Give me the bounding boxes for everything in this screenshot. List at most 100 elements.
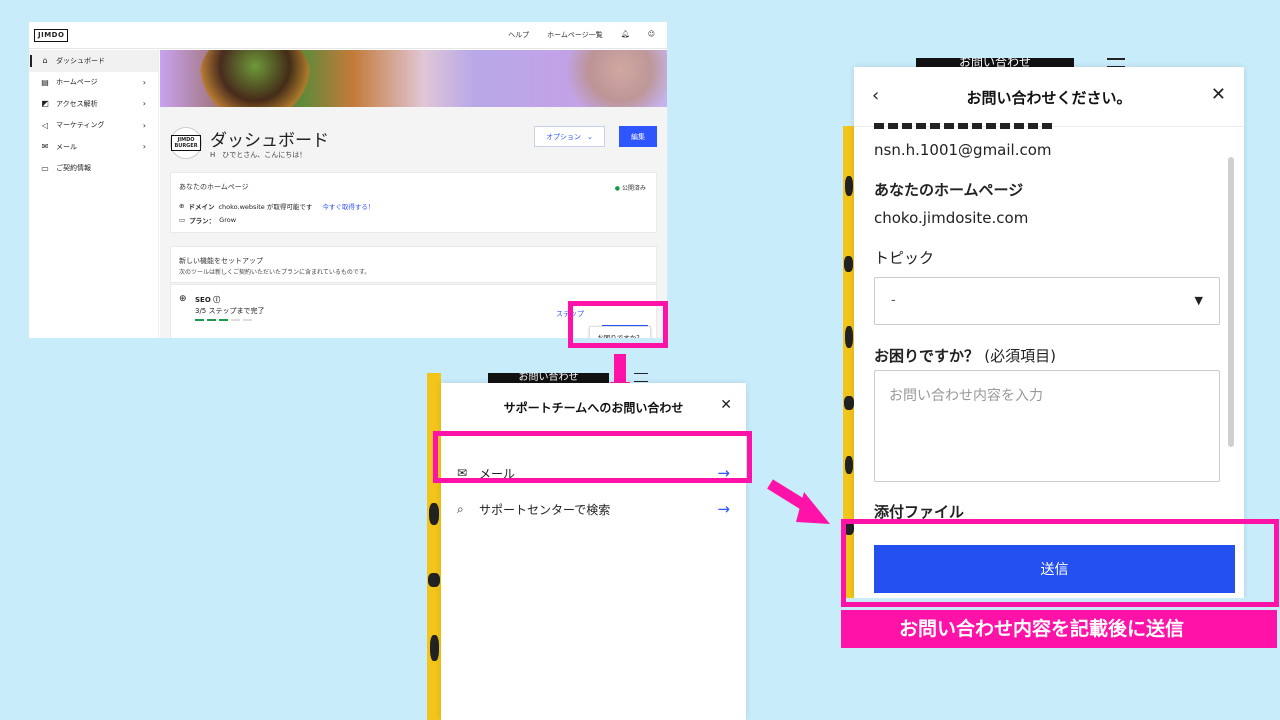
setup-card: 新しい機能をセットアップ 次のツールは新しくご契約いただいたプランに含まれている… — [170, 246, 657, 283]
question-label: お困りですか？ (必須項目) — [874, 345, 1056, 366]
highlight-send-button — [841, 519, 1279, 607]
hero-image — [160, 50, 667, 107]
info-icon[interactable]: ⓘ — [213, 296, 220, 304]
scrollbar[interactable] — [1228, 157, 1234, 447]
caret-down-icon: ▼ — [1194, 294, 1203, 307]
plan-value: Grow — [219, 216, 237, 224]
progress-step — [231, 319, 240, 321]
contact-top-bar: お問い合わせ — [916, 58, 1074, 67]
message-textarea[interactable]: お問い合わせ内容を入力 — [874, 370, 1220, 482]
chevron-right-icon: › — [142, 77, 146, 87]
highlight-help-popup — [568, 301, 668, 348]
sidebar-item-contract[interactable]: ▭ ご契約情報 — [29, 158, 158, 180]
support-title: サポートチームへのお問い合わせ — [503, 401, 684, 415]
nav-help[interactable]: ヘルプ — [508, 30, 529, 40]
seo-steps: 3/5 ステップまで完了 — [195, 307, 265, 315]
top-bar: JIMDO ヘルプ ホームページ一覧 🔔︎ ☺ — [29, 22, 667, 49]
chevron-right-icon: › — [142, 142, 146, 152]
dialog-header: ‹ お問い合わせください。 ✕ — [854, 67, 1244, 127]
layout-icon: ▤ — [41, 77, 49, 87]
search-support-option[interactable]: ⌕ サポートセンターで検索 → — [457, 491, 730, 527]
jimdo-logo[interactable]: JIMDO — [34, 29, 69, 42]
sidebar-item-marketing[interactable]: ◁ マーケティング › — [29, 115, 158, 137]
chevron-right-icon: › — [142, 99, 146, 109]
plan-row: ▭ プラン： Grow — [179, 215, 236, 225]
homepage-label: あなたのホームページ — [874, 181, 1024, 199]
topic-label: トピック — [874, 249, 935, 267]
options-label: オプション — [546, 132, 582, 141]
edit-button[interactable]: 編集 — [619, 126, 657, 147]
dashboard-main: JIMDO BURGER ダッシュボード H ひでとさん、こんにちは！ オプショ… — [160, 50, 667, 338]
setup-card-subtitle: 次のツールは新しくご契約いただいたプランに含まれているものです。 — [179, 269, 371, 276]
required-note: (必須項目) — [984, 347, 1056, 365]
top-nav: ヘルプ ホームページ一覧 🔔︎ ☺ — [508, 30, 655, 40]
globe-icon: ⊕ — [179, 202, 185, 210]
support-panel: お問い合わせ サポートチームへのお問い合わせ ✕ ✉ メール → ⌕ サポートセ… — [427, 373, 759, 720]
sidebar-item-label: メール — [56, 142, 77, 151]
progress-step — [195, 319, 204, 321]
sidebar-item-mail[interactable]: ✉ メール › — [29, 136, 158, 158]
chevron-right-icon: › — [142, 120, 146, 130]
sidebar-item-dashboard[interactable]: ⌂ ダッシュボード — [29, 50, 158, 72]
search-option-label: サポートセンターで検索 — [479, 502, 611, 517]
close-icon[interactable]: ✕ — [720, 397, 732, 413]
caption-banner: お問い合わせ内容を記載後に送信 — [841, 610, 1277, 648]
seo-title-row: SEO ⓘ — [195, 295, 220, 305]
highlight-mail-option — [433, 431, 752, 483]
title-row: JIMDO BURGER ダッシュボード H ひでとさん、こんにちは！ オプショ… — [170, 124, 657, 164]
dashboard-screenshot: JIMDO ヘルプ ホームページ一覧 🔔︎ ☺ ⌂ ダッシュボード ▤ ホームペ… — [29, 22, 667, 338]
greeting: H ひでとさん、こんにちは！ — [210, 151, 307, 159]
sidebar: ⌂ ダッシュボード ▤ ホームページ › ◩ アクセス解析 › ◁ マーケティン… — [29, 50, 159, 338]
topic-select[interactable]: - ▼ — [874, 277, 1220, 325]
sidebar-item-label: マーケティング — [56, 121, 105, 130]
seo-progress — [195, 319, 252, 321]
plan-label: プラン： — [189, 217, 216, 225]
megaphone-icon: ◁ — [41, 120, 49, 130]
search-icon: ⌕ — [457, 501, 464, 516]
hamburger-icon[interactable] — [634, 373, 648, 382]
close-icon[interactable]: ✕ — [1211, 84, 1226, 105]
topic-selected-value: - — [891, 293, 896, 308]
progress-step — [207, 319, 216, 321]
arrow-right-icon: → — [717, 500, 730, 518]
chevron-down-icon: ⌄ — [587, 132, 593, 141]
avatar-logo-text: JIMDO BURGER — [171, 135, 201, 151]
sidebar-item-homepage[interactable]: ▤ ホームページ › — [29, 72, 158, 94]
setup-card-title: 新しい機能をセットアップ — [179, 257, 263, 265]
email-value: nsn.h.1001@gmail.com — [874, 141, 1052, 159]
contact-top-bar: お問い合わせ — [488, 373, 609, 383]
seo-title: SEO — [195, 296, 211, 304]
domain-label: ドメイン — [188, 203, 215, 211]
contact-form-panel: お問い合わせ ‹ お問い合わせください。 ✕ nsn.h.1001@gmail.… — [843, 58, 1258, 598]
options-button[interactable]: オプション ⌄ — [534, 126, 605, 147]
globe-icon: ⊕ — [179, 294, 187, 304]
arrow-diagonal-icon — [767, 479, 830, 524]
domain-text: choko.website が取得可能です — [218, 203, 313, 211]
user-icon[interactable]: ☺ — [648, 30, 655, 40]
dialog-title: お問い合わせください。 — [966, 89, 1132, 107]
progress-step — [219, 319, 228, 321]
get-domain-link[interactable]: 今すぐ取得する！ — [322, 201, 374, 211]
chart-icon: ◩ — [41, 99, 49, 109]
sidebar-item-label: ダッシュボード — [56, 56, 105, 65]
homepage-value: choko.jimdosite.com — [874, 209, 1029, 227]
clipped-text — [874, 123, 1054, 129]
home-icon: ⌂ — [42, 56, 48, 66]
nav-site-list[interactable]: ホームページ一覧 — [547, 30, 603, 40]
progress-step — [243, 319, 252, 321]
avatar: JIMDO BURGER — [170, 127, 202, 159]
yellow-background-strip — [427, 373, 441, 720]
sidebar-item-analytics[interactable]: ◩ アクセス解析 › — [29, 93, 158, 115]
bell-icon[interactable]: 🔔︎ — [621, 30, 630, 40]
sidebar-item-label: ホームページ — [56, 78, 98, 87]
site-card-title: あなたのホームページ — [179, 183, 249, 191]
site-card: あなたのホームページ 公開済み ⊕ ドメイン choko.website が取得… — [170, 172, 657, 233]
card-icon: ▭ — [41, 163, 49, 173]
question-label-text: お困りですか？ — [874, 347, 980, 365]
page-title: ダッシュボード — [210, 131, 329, 151]
plan-icon: ▭ — [179, 216, 186, 224]
sidebar-item-label: アクセス解析 — [56, 99, 98, 108]
sidebar-item-label: ご契約情報 — [56, 164, 91, 173]
status-badge: 公開済み — [615, 183, 646, 192]
mail-icon: ✉ — [41, 142, 49, 152]
